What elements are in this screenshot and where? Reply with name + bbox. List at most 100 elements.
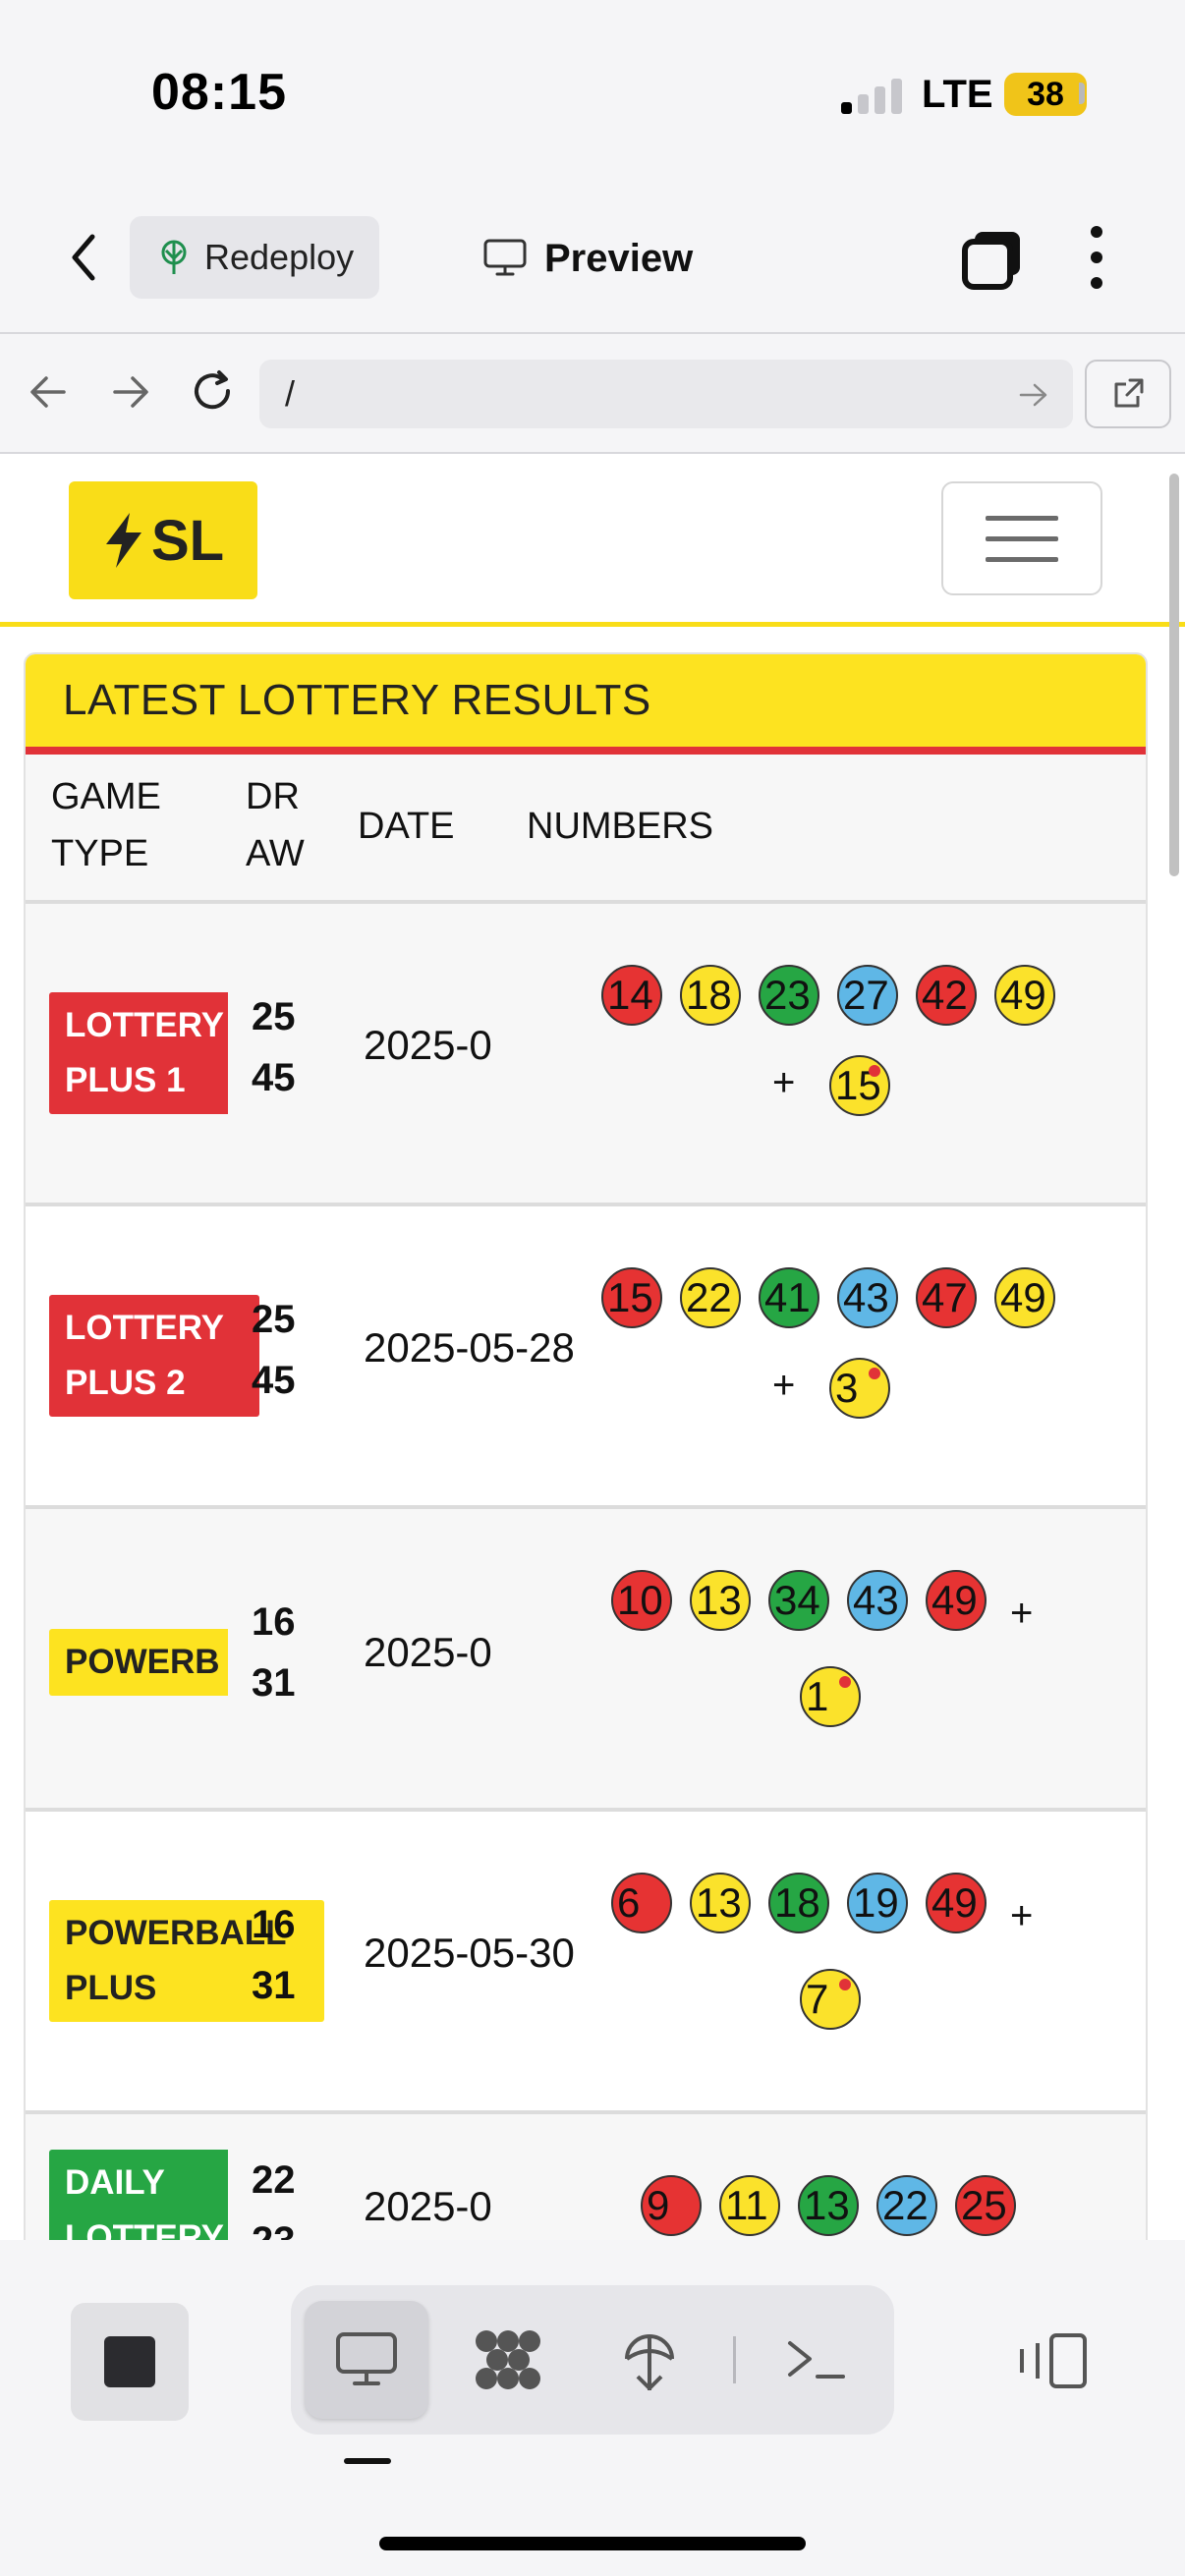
workflow-icon (476, 2330, 540, 2389)
result-row: POWERBALL PLUS 16 31 2025-05-30 6 13 18 19 49 +7 (26, 1812, 1146, 2114)
result-row: LOTTERY PLUS 2 25 45 2025-05-28 15 22 41 43 47 4… (26, 1206, 1146, 1509)
result-row: POWERB 16 31 2025-0 10 13 34 43 49 +1 (26, 1509, 1146, 1812)
draw-date: 2025-0 (364, 2183, 492, 2229)
column-header-game-type: GAME TYPE (51, 776, 161, 874)
back-button[interactable] (59, 226, 108, 289)
arrow-right-icon (113, 376, 148, 408)
lottery-ball: 49 (994, 965, 1055, 1026)
lottery-ball: 23 (759, 965, 819, 1026)
stop-icon (104, 2336, 155, 2387)
status-bar: 08:15 LTE 38 (0, 0, 1185, 196)
game-type-cell: DAILY LOTTERY (49, 2150, 228, 2240)
logo-text: SL (150, 508, 225, 573)
browser-forward-button[interactable] (106, 367, 155, 417)
draw-date: 2025-0 (364, 1022, 492, 1068)
lottery-ball: 22 (876, 2175, 937, 2236)
deploy-icon (625, 2334, 674, 2390)
lottery-ball: 10 (611, 1570, 672, 1631)
preview-label: Preview (544, 236, 694, 280)
menu-toggle-button[interactable] (941, 481, 1102, 595)
game-type-cell: POWERB (49, 1629, 228, 1696)
workflows-view-button[interactable] (446, 2301, 570, 2419)
redeploy-button[interactable]: Redeploy (130, 216, 379, 299)
browser-back-button[interactable] (24, 367, 73, 417)
game-type-badge: LOTTERY PLUS 2 (49, 1295, 259, 1417)
go-button[interactable] (1016, 375, 1051, 415)
results-card-header: LATEST LOTTERY RESULTS (26, 654, 1146, 755)
game-type-badge: LOTTERY PLUS 1 (49, 992, 228, 1114)
divider (733, 2336, 736, 2383)
stop-button[interactable] (71, 2303, 189, 2421)
battery-icon: 38 (1004, 73, 1087, 116)
bonus-ball-number: 1 (806, 1673, 829, 1719)
column-header-numbers: NUMBERS (527, 806, 714, 847)
reload-button[interactable] (189, 367, 238, 417)
game-type-badge: DAILY LOTTERY (49, 2150, 228, 2240)
lottery-ball: 22 (680, 1267, 741, 1328)
screen: 08:15 LTE 38 Redeploy Preview / SL LATES… (0, 0, 1185, 2576)
preview-view-button[interactable] (305, 2301, 428, 2419)
bonus-marker (839, 1979, 851, 1990)
bonus-plus-sign: + (1010, 1894, 1034, 1937)
lottery-ball: 18 (768, 1873, 829, 1933)
lottery-ball: 14 (601, 965, 662, 1026)
column-header-draw: DR AW (246, 776, 305, 874)
draw-number: 25 45 (252, 1298, 296, 1402)
arrow-left-icon (30, 376, 66, 408)
column-header-date: DATE (358, 806, 455, 847)
lottery-ball: 49 (926, 1873, 987, 1933)
bonus-plus-sign: + (772, 1364, 796, 1407)
results-card: LATEST LOTTERY RESULTS GAME TYPE DR AW D… (24, 652, 1148, 2240)
draw-date: 2025-05-30 (364, 1930, 575, 1976)
home-indicator (379, 2537, 806, 2550)
bonus-ball: 3 (829, 1358, 890, 1419)
active-indicator (344, 2458, 391, 2464)
tabs-button[interactable] (961, 228, 1024, 291)
preview-tab[interactable]: Preview (483, 222, 693, 295)
monitor-icon (483, 239, 527, 276)
site-logo[interactable]: SL (69, 481, 257, 599)
bonus-marker (869, 1065, 880, 1077)
lottery-ball: 13 (690, 1873, 751, 1933)
draw-number: 16 31 (252, 1903, 296, 2007)
lottery-ball: 15 (601, 1267, 662, 1328)
draw-number: 16 31 (252, 1600, 296, 1705)
bonus-ball-number: 7 (806, 1976, 829, 2022)
url-input[interactable]: / (259, 360, 1073, 428)
terminal-icon (788, 2341, 845, 2379)
more-options-button[interactable] (1077, 226, 1116, 289)
dot (1091, 252, 1102, 263)
lottery-ball: 49 (994, 1267, 1055, 1328)
network-type: LTE (922, 73, 993, 116)
arrow-right-icon (1019, 383, 1047, 407)
game-type-cell: LOTTERY PLUS 2 (49, 1295, 259, 1417)
lottery-ball: 11 (719, 2175, 780, 2236)
lottery-ball: 34 (768, 1570, 829, 1631)
lottery-ball: 25 (955, 2175, 1016, 2236)
toggle-panel-button[interactable] (1016, 2328, 1091, 2393)
reload-icon (195, 370, 231, 410)
bonus-ball: 15 (829, 1055, 890, 1116)
deployments-view-button[interactable] (588, 2301, 711, 2419)
draw-date: 2025-05-28 (364, 1324, 575, 1371)
chevron-left-icon (72, 234, 95, 281)
lottery-ball: 43 (847, 1570, 908, 1631)
tabs-icon (962, 232, 1020, 290)
lottery-ball: 47 (916, 1267, 977, 1328)
status-time: 08:15 (151, 64, 287, 121)
monitor-icon (336, 2332, 397, 2385)
lottery-ball: 9 (641, 2175, 702, 2236)
bonus-plus-sign: + (772, 1061, 796, 1104)
result-row: DAILY LOTTERY 22 23 2025-0 9 11 13 22 25 (26, 2114, 1146, 2240)
redeploy-label: Redeploy (204, 237, 355, 277)
results-table-header: GAME TYPE DR AW DATE NUMBERS (26, 755, 1146, 904)
dot (1091, 226, 1102, 238)
menu-bar (986, 556, 1058, 562)
lottery-ball: 49 (926, 1570, 987, 1631)
console-view-button[interactable] (755, 2301, 878, 2419)
open-external-button[interactable] (1085, 360, 1171, 428)
results-title: LATEST LOTTERY RESULTS (63, 676, 651, 724)
bonus-marker (869, 1368, 880, 1379)
bonus-ball: 1 (800, 1666, 861, 1727)
scrollbar[interactable] (1169, 474, 1179, 876)
